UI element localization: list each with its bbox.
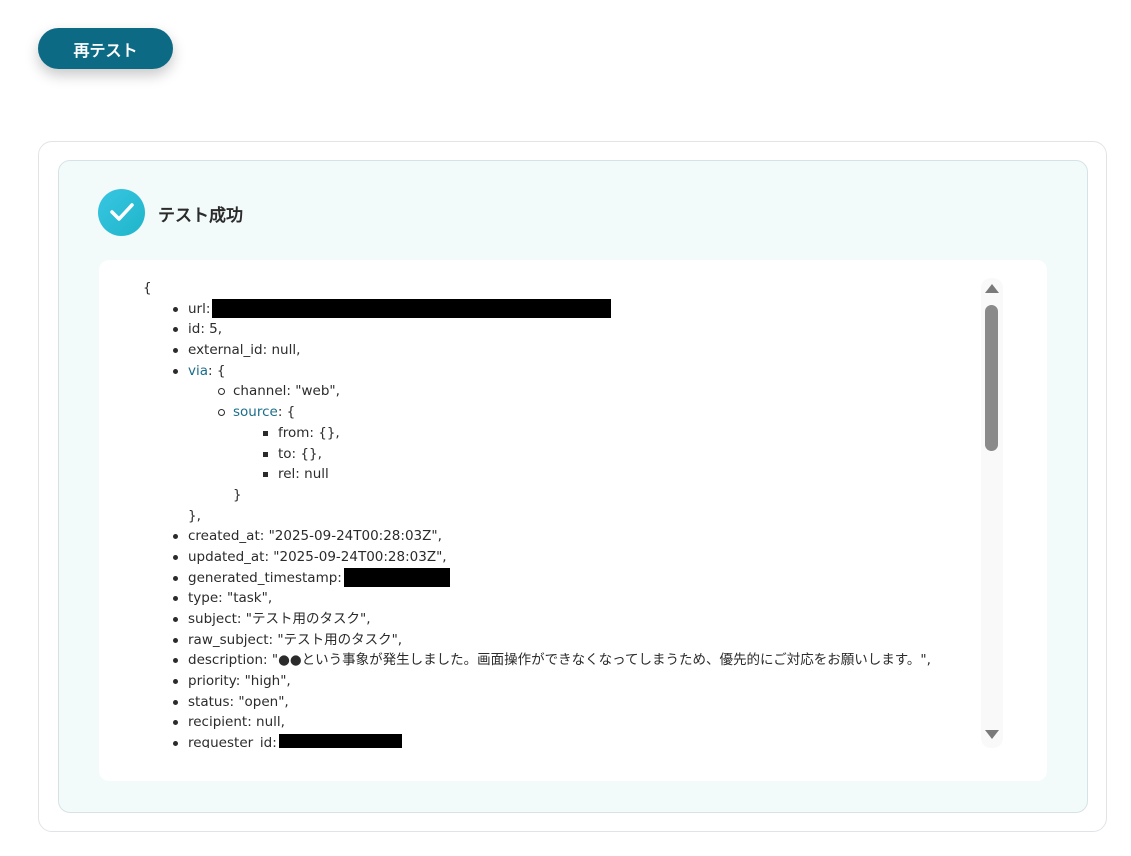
scroll-thumb[interactable] [985, 305, 998, 451]
json-field-type: type: "task", [143, 588, 973, 609]
json-open-brace: { [143, 280, 152, 296]
check-icon [98, 189, 145, 236]
json-field-description: description: "●●という事象が発生しました。画面操作ができなくなっ… [143, 650, 973, 671]
source-close-brace: } [233, 486, 242, 503]
json-field-generated-timestamp: generated_timestamp: [143, 568, 973, 589]
via-key: via [188, 362, 209, 379]
json-field-rel: rel: null [143, 464, 973, 485]
result-output-panel: { url: id: 5, external_id: null, via: { … [99, 260, 1047, 781]
json-field-requester-id: requester_id: [143, 733, 973, 748]
source-rest: : { [277, 404, 296, 421]
json-field-to: to: {}, [143, 444, 973, 465]
json-field-from: from: {}, [143, 423, 973, 444]
json-field-status: status: "open", [143, 692, 973, 713]
json-field-source: source: { [143, 402, 973, 423]
redacted-block [343, 568, 450, 588]
field-text: generated_timestamp: [188, 569, 342, 586]
triangle-up-icon[interactable] [985, 284, 999, 293]
via-rest: : { [208, 362, 226, 379]
retest-button[interactable]: 再テスト [38, 28, 173, 69]
triangle-down-icon[interactable] [985, 730, 999, 739]
json-field-created-at: created_at: "2025-09-24T00:28:03Z", [143, 526, 973, 547]
json-field-raw-subject: raw_subject: "テスト用のタスク", [143, 630, 973, 651]
json-field-channel: channel: "web", [143, 381, 973, 402]
status-title: テスト成功 [158, 206, 243, 226]
via-close-brace: }, [188, 507, 201, 524]
source-key: source [233, 404, 278, 421]
vertical-scrollbar[interactable] [981, 278, 1003, 748]
json-field-url: url: [143, 299, 973, 320]
field-text: requester_id: [188, 735, 277, 748]
test-success-panel: テスト成功 { url: id: 5, external_id: null, v… [58, 160, 1088, 813]
json-field-recipient: recipient: null, [143, 712, 973, 733]
json-output: { url: id: 5, external_id: null, via: { … [143, 278, 973, 748]
json-field-id: id: 5, [143, 319, 973, 340]
field-text: url: [188, 300, 211, 317]
json-field-priority: priority: "high", [143, 671, 973, 692]
redacted-block [212, 299, 612, 319]
json-field-updated-at: updated_at: "2025-09-24T00:28:03Z", [143, 547, 973, 568]
test-result-card: テスト成功 { url: id: 5, external_id: null, v… [38, 141, 1107, 832]
json-field-subject: subject: "テスト用のタスク", [143, 609, 973, 630]
json-field-external-id: external_id: null, [143, 340, 973, 361]
json-field-via: via: { [143, 361, 973, 382]
redacted-block [278, 733, 402, 748]
